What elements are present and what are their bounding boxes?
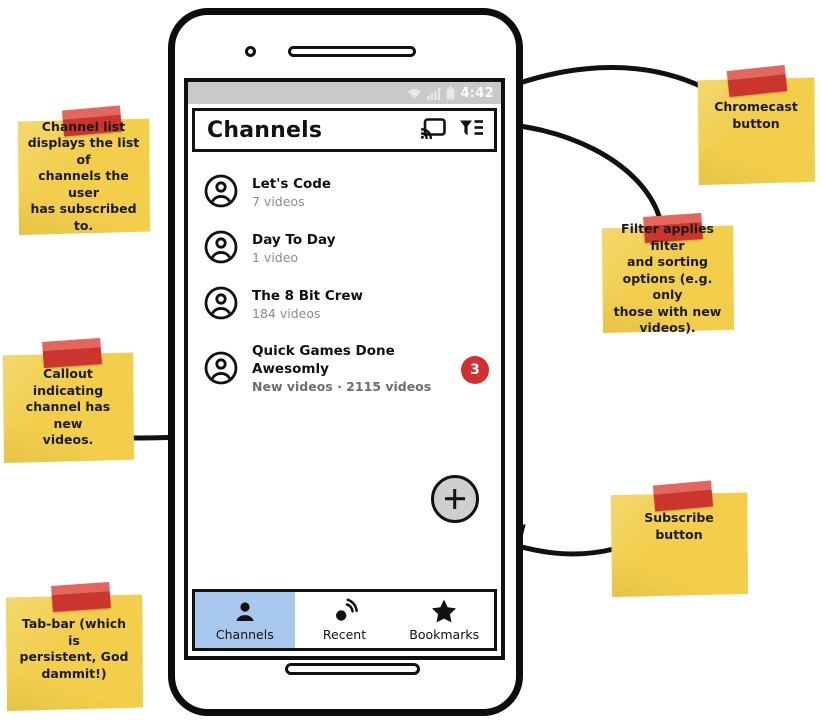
status-bar: 4:42	[188, 82, 501, 104]
tab-label: Recent	[322, 627, 367, 642]
account-circle-icon	[204, 230, 238, 268]
list-item[interactable]: Day To Day 1 video	[188, 221, 501, 277]
mockup-canvas: 4:42 Channels Let's Code 7 videos Day To…	[0, 0, 823, 725]
account-circle-icon	[204, 351, 238, 389]
note-text: Callout indicating channel has new video…	[25, 366, 111, 447]
front-camera-icon	[245, 46, 256, 57]
tab-bar[interactable]: Channels Recent Bookmarks	[192, 589, 497, 651]
status-time: 4:42	[460, 85, 494, 101]
note-channel-list: Channel list displays the list of channe…	[17, 105, 150, 235]
wifi-icon	[408, 88, 422, 99]
channel-subtitle: 184 videos	[252, 305, 321, 321]
tab-channels[interactable]: Channels	[195, 592, 295, 648]
list-item[interactable]: Let's Code 7 videos	[188, 165, 501, 221]
tab-recent[interactable]: Recent	[295, 592, 395, 648]
tab-label: Channels	[215, 627, 274, 642]
note-filter: Filter applies filter and sorting option…	[601, 213, 734, 335]
channel-subtitle: New videos · 2115 videos	[252, 379, 432, 395]
phone-frame: 4:42 Channels Let's Code 7 videos Day To…	[168, 8, 523, 716]
list-item[interactable]: Quick Games Done Awesomly New videos · 2…	[188, 333, 501, 406]
chromecast-icon	[420, 117, 446, 139]
star-icon	[432, 599, 457, 623]
home-indicator	[285, 663, 420, 675]
channel-subtitle: 1 video	[252, 249, 299, 265]
plus-icon	[445, 489, 465, 509]
channel-title: Let's Code	[252, 175, 332, 192]
note-text: Subscribe button	[644, 510, 714, 542]
cellular-signal-icon	[427, 87, 441, 100]
note-text: Tab-bar (which is persistent, God dammit…	[19, 616, 129, 681]
note-text: Filter applies filter and sorting option…	[613, 221, 722, 336]
list-item[interactable]: The 8 Bit Crew 184 videos	[188, 277, 501, 333]
status-badge: 3	[461, 355, 489, 384]
filter-button[interactable]	[459, 118, 484, 143]
account-circle-icon	[204, 286, 238, 324]
note-subscribe: Subscribe button	[610, 480, 748, 597]
note-text: Channel list displays the list of channe…	[27, 118, 140, 233]
channel-title: Quick Games Done Awesomly	[252, 343, 395, 378]
earpiece-speaker	[288, 46, 416, 57]
chromecast-button[interactable]	[420, 117, 446, 143]
note-tabbar: Tab-bar (which is persistent, God dammit…	[5, 582, 143, 711]
recent-broadcast-icon	[335, 598, 358, 621]
note-text: Chromecast button	[714, 99, 798, 131]
phone-screen: 4:42 Channels Let's Code 7 videos Day To…	[184, 78, 505, 660]
note-chromecast: Chromecast button	[697, 65, 815, 185]
account-circle-icon	[204, 174, 238, 212]
battery-icon	[447, 86, 455, 100]
note-callout: Callout indicating channel has new video…	[2, 338, 134, 463]
channel-subtitle: 7 videos	[252, 193, 305, 209]
channel-title: Day To Day	[252, 231, 336, 248]
channel-title: The 8 Bit Crew	[252, 287, 364, 304]
app-bar: Channels	[192, 108, 497, 152]
page-title: Channels	[207, 117, 323, 143]
tab-label: Bookmarks	[409, 627, 480, 642]
account-circle-icon	[236, 602, 254, 621]
filter-icon	[460, 119, 483, 135]
subscribe-fab[interactable]	[431, 475, 479, 523]
channel-list[interactable]: Let's Code 7 videos Day To Day 1 video T…	[188, 152, 501, 589]
tab-bookmarks[interactable]: Bookmarks	[394, 592, 494, 648]
